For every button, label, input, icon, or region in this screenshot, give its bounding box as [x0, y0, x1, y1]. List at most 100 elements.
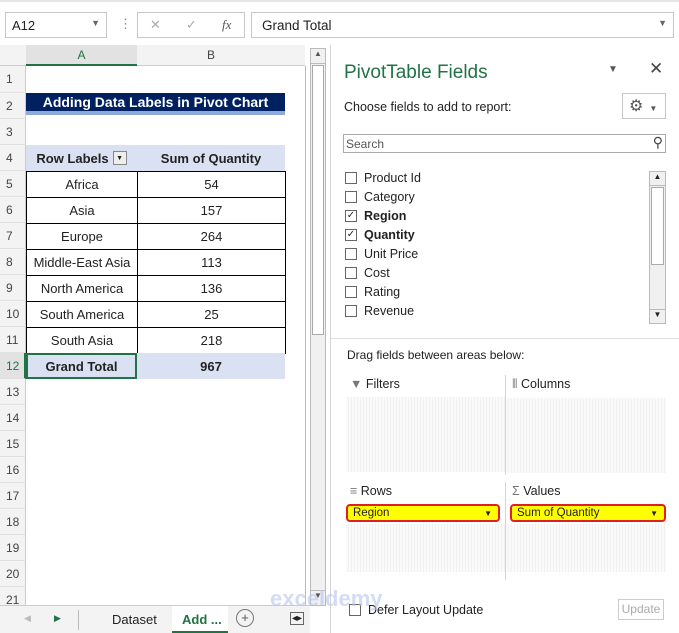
- field-item[interactable]: Product Id: [345, 168, 666, 187]
- row-header[interactable]: 12: [0, 353, 26, 379]
- select-all[interactable]: [0, 45, 26, 66]
- cancel-icon[interactable]: ✕: [150, 17, 161, 33]
- chevron-down-icon: ▼: [650, 508, 658, 518]
- row-header[interactable]: 10: [0, 301, 26, 327]
- field-item[interactable]: Category: [345, 187, 666, 206]
- prev-sheet-icon[interactable]: ◀: [24, 613, 31, 624]
- field-item[interactable]: Revenue: [345, 301, 666, 320]
- row-header[interactable]: 1: [0, 66, 26, 93]
- formula-buttons: ✕ ✓ fx: [137, 12, 245, 38]
- checked-checkbox-icon[interactable]: ✓: [345, 209, 357, 222]
- row-header[interactable]: 6: [0, 197, 26, 223]
- row-header[interactable]: 17: [0, 483, 26, 509]
- pivot-value-cell[interactable]: 264: [137, 223, 286, 250]
- row-header[interactable]: 9: [0, 275, 26, 301]
- pane-options-icon[interactable]: ▼: [608, 64, 618, 75]
- tab-active-label: Add: [182, 612, 208, 627]
- filter-dropdown-icon[interactable]: ▼: [112, 151, 127, 165]
- add-sheet-icon[interactable]: +: [236, 609, 254, 627]
- close-icon[interactable]: ✕: [649, 59, 663, 79]
- row-header[interactable]: 11: [0, 327, 26, 353]
- split-handle-icon[interactable]: ◂▸: [290, 612, 305, 625]
- pivot-value-cell[interactable]: 54: [137, 171, 286, 198]
- grand-total-label[interactable]: Grand Total: [26, 353, 137, 379]
- grand-total-value[interactable]: 967: [137, 353, 285, 379]
- filters-label: Filters: [365, 377, 400, 391]
- field-label: Category: [364, 189, 415, 204]
- checked-checkbox-icon[interactable]: ✓: [345, 228, 357, 241]
- filter-icon: ▼: [350, 377, 363, 391]
- row-header[interactable]: 18: [0, 509, 26, 535]
- field-item[interactable]: Rating: [345, 282, 666, 301]
- fx-icon[interactable]: fx: [222, 17, 231, 33]
- row-header[interactable]: 19: [0, 535, 26, 561]
- field-item[interactable]: Cost: [345, 263, 666, 282]
- rows-area[interactable]: ≡ Rows Region ▼: [346, 482, 506, 580]
- field-item[interactable]: ✓ Region: [345, 206, 666, 225]
- defer-label: Defer Layout Update: [368, 603, 484, 617]
- field-list-scrollbar[interactable]: ▲ ▼: [649, 171, 666, 324]
- pivot-label-cell[interactable]: Middle-East Asia: [26, 249, 138, 276]
- rows-field-region[interactable]: Region ▼: [346, 504, 500, 522]
- row-header[interactable]: 8: [0, 249, 26, 275]
- pivot-label-cell[interactable]: Asia: [26, 197, 138, 224]
- pivot-label-cell[interactable]: North America: [26, 275, 138, 302]
- formula-input[interactable]: Grand Total ▼: [251, 12, 674, 38]
- column-header-b[interactable]: B: [137, 45, 285, 66]
- pivot-label-cell[interactable]: South Asia: [26, 327, 138, 354]
- name-box[interactable]: A12 ▼: [5, 12, 107, 38]
- row-header[interactable]: 2: [0, 93, 26, 119]
- next-sheet-icon[interactable]: ▶: [54, 613, 61, 624]
- vertical-scrollbar[interactable]: ▲ ▼: [310, 48, 326, 606]
- pivot-value-cell[interactable]: 218: [137, 327, 286, 354]
- checkbox-icon[interactable]: [345, 285, 357, 298]
- filters-area[interactable]: ▼ Filters: [346, 375, 506, 475]
- field-label: Cost: [364, 265, 390, 280]
- more-icon: ⋮: [119, 16, 132, 31]
- row-header[interactable]: 4: [0, 145, 26, 171]
- row-header[interactable]: 16: [0, 457, 26, 483]
- chevron-down-icon: ▼: [649, 104, 658, 113]
- rows-item-label: Region: [353, 507, 390, 519]
- sheet-tabs-bar: ◀ ▶ Dataset Add ... + ◂▸: [0, 605, 310, 633]
- columns-area[interactable]: ⦀ Columns: [506, 375, 666, 475]
- values-area[interactable]: Σ Values Sum of Quantity ▼: [506, 482, 666, 580]
- pivot-fields-pane: PivotTable Fields ▼ ✕ Choose fields to a…: [330, 45, 679, 633]
- row-header[interactable]: 13: [0, 379, 26, 405]
- pivot-value-cell[interactable]: 136: [137, 275, 286, 302]
- columns-icon: ⦀: [512, 377, 518, 391]
- pivot-value-cell[interactable]: 25: [137, 301, 286, 328]
- row-header[interactable]: 14: [0, 405, 26, 431]
- field-label: Revenue: [364, 303, 415, 318]
- checkbox-icon[interactable]: [345, 171, 357, 184]
- tab-active[interactable]: Add ...: [172, 606, 228, 633]
- field-item[interactable]: ✓ Quantity: [345, 225, 666, 244]
- row-header[interactable]: 7: [0, 223, 26, 249]
- pivot-label-cell[interactable]: South America: [26, 301, 138, 328]
- values-label: Values: [523, 484, 561, 498]
- chevron-down-icon: ▼: [91, 18, 100, 28]
- pivot-label-cell[interactable]: Africa: [26, 171, 138, 198]
- row-header[interactable]: 5: [0, 171, 26, 197]
- field-label: Unit Price: [364, 246, 419, 261]
- pivot-value-cell[interactable]: 113: [137, 249, 286, 276]
- row-header[interactable]: 20: [0, 561, 26, 587]
- row-header[interactable]: 3: [0, 119, 26, 145]
- pivot-label-cell[interactable]: Europe: [26, 223, 138, 250]
- field-item[interactable]: Unit Price: [345, 244, 666, 263]
- pivot-value-cell[interactable]: 157: [137, 197, 286, 224]
- checkbox-icon[interactable]: [345, 247, 357, 260]
- update-button[interactable]: Update: [618, 599, 664, 620]
- row-header[interactable]: 15: [0, 431, 26, 457]
- enter-icon[interactable]: ✓: [186, 17, 197, 33]
- checkbox-icon[interactable]: [345, 304, 357, 317]
- values-item-label: Sum of Quantity: [517, 507, 600, 519]
- values-field-sum[interactable]: Sum of Quantity ▼: [510, 504, 666, 522]
- checkbox-icon[interactable]: [345, 190, 357, 203]
- column-header-a[interactable]: A: [26, 45, 137, 66]
- search-input[interactable]: Search ⚲: [343, 134, 666, 153]
- sheet-title: Adding Data Labels in Pivot Chart: [26, 93, 285, 115]
- checkbox-icon[interactable]: [345, 266, 357, 279]
- tab-dataset[interactable]: Dataset: [112, 612, 157, 627]
- settings-button[interactable]: ⚙ ▼: [622, 93, 666, 119]
